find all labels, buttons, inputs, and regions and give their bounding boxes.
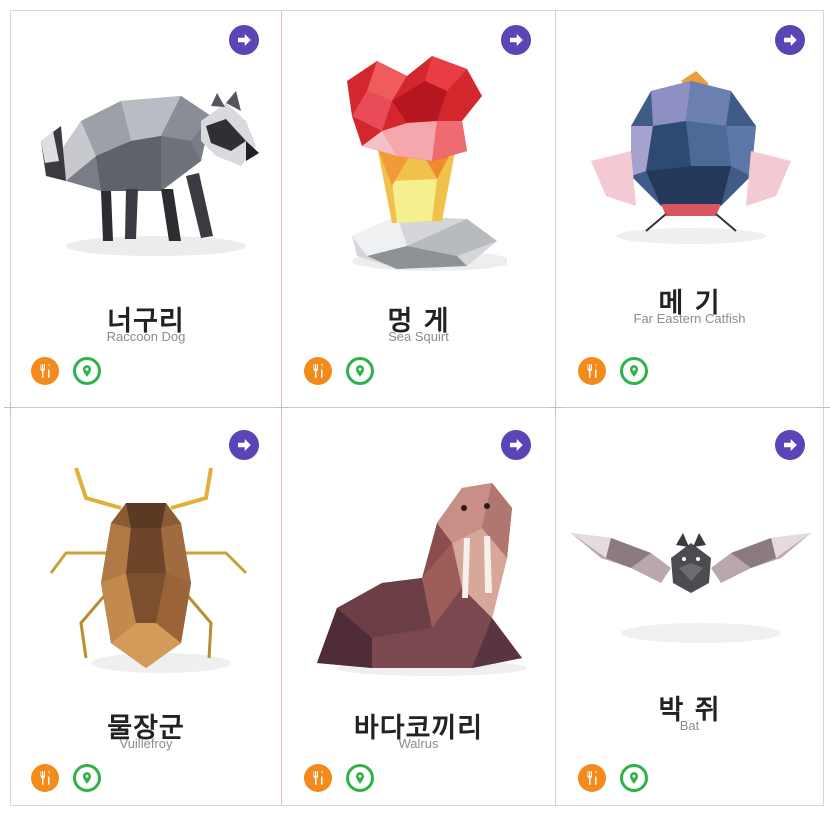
fork-knife-icon <box>313 771 323 785</box>
food-button[interactable] <box>578 357 606 385</box>
next-button[interactable] <box>775 430 805 460</box>
far-eastern-catfish-illustration <box>591 71 791 244</box>
walrus-illustration <box>317 483 527 676</box>
vuillefroy-illustration <box>49 467 248 673</box>
card-grid: 너구리 Raccoon Dog 멍 게 Sea Squirt 메 기 Far E… <box>4 10 830 806</box>
habitat-button[interactable] <box>346 764 374 792</box>
animal-card-raccoon-dog[interactable]: 너구리 Raccoon Dog <box>11 11 281 407</box>
food-button[interactable] <box>31 764 59 792</box>
animal-card-bat[interactable]: 박 쥐 Bat <box>556 408 823 805</box>
habitat-button[interactable] <box>73 764 101 792</box>
animal-card-far-eastern-catfish[interactable]: 메 기 Far Eastern Catfish <box>556 11 823 407</box>
next-button[interactable] <box>501 430 531 460</box>
animal-name-english: Sea Squirt <box>388 329 449 344</box>
fork-knife-icon <box>587 364 597 378</box>
habitat-button[interactable] <box>73 357 101 385</box>
food-button[interactable] <box>31 357 59 385</box>
fork-knife-icon <box>40 771 50 785</box>
habitat-button[interactable] <box>620 357 648 385</box>
food-button[interactable] <box>304 764 332 792</box>
map-pin-icon <box>82 365 92 377</box>
animal-card-walrus[interactable]: 바다코끼리 Walrus <box>282 408 555 805</box>
fork-knife-icon <box>313 364 323 378</box>
arrow-right-icon <box>238 439 251 451</box>
map-pin-icon <box>82 772 92 784</box>
raccoon-dog-illustration <box>41 91 259 256</box>
animal-card-sea-squirt[interactable]: 멍 게 Sea Squirt <box>282 11 555 407</box>
arrow-right-icon <box>510 439 523 451</box>
animal-name-english: Far Eastern Catfish <box>633 311 746 326</box>
map-pin-icon <box>629 365 639 377</box>
food-button[interactable] <box>304 357 332 385</box>
food-button[interactable] <box>578 764 606 792</box>
animal-card-vuillefroy[interactable]: 물장군 Vuillefroy <box>11 408 281 805</box>
next-button[interactable] <box>229 430 259 460</box>
animal-name-english: Bat <box>679 718 700 733</box>
map-pin-icon <box>355 772 365 784</box>
arrow-right-icon <box>784 34 797 46</box>
arrow-right-icon <box>784 439 797 451</box>
bat-illustration <box>571 533 811 643</box>
arrow-right-icon <box>510 34 523 46</box>
animal-name-english: Vuillefroy <box>119 736 173 751</box>
fork-knife-icon <box>587 771 597 785</box>
animal-name-english: Raccoon Dog <box>106 329 186 344</box>
fork-knife-icon <box>40 364 50 378</box>
sea-squirt-illustration <box>347 56 507 271</box>
habitat-button[interactable] <box>346 357 374 385</box>
next-button[interactable] <box>229 25 259 55</box>
habitat-button[interactable] <box>620 764 648 792</box>
arrow-right-icon <box>238 34 251 46</box>
next-button[interactable] <box>775 25 805 55</box>
map-pin-icon <box>629 772 639 784</box>
animal-name-english: Walrus <box>398 736 439 751</box>
map-pin-icon <box>355 365 365 377</box>
